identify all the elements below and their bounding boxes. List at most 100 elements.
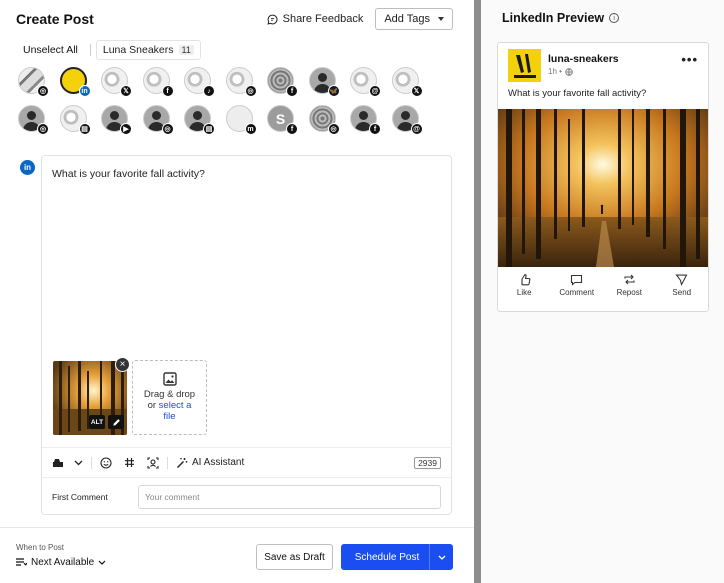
emoji-icon [100,456,112,469]
ai-assistant-button[interactable]: AI Assistant [176,457,244,469]
divider [89,44,91,56]
account-avatar[interactable]: 𝕏 [101,67,132,97]
emoji-button[interactable] [100,456,112,469]
tag-user-button[interactable] [147,456,159,469]
post-footer: When to Post Next Available Save as Draf… [0,527,474,583]
linkedin-post-preview: luna-sneakers 1h • ••• What is your favo… [497,42,709,312]
alt-text-button[interactable]: ALT [89,415,105,429]
linkedin-icon: in [78,85,91,97]
add-tags-label: Add Tags [384,13,430,25]
post-image [498,109,708,267]
account-avatar[interactable]: in [59,67,91,97]
account-avatar[interactable]: ◎ [18,67,49,97]
pencil-icon [112,418,120,426]
chevron-down-icon [438,555,445,560]
account-avatar[interactable]: m [225,105,257,135]
forest-photo [498,109,708,267]
account-avatar[interactable]: Sf [267,105,298,135]
caret-down-icon [438,17,444,21]
account-avatar[interactable]: 🦋 [308,67,340,97]
send-button[interactable]: Send [657,273,707,305]
like-button[interactable]: Like [499,273,549,305]
account-avatar[interactable]: ◎ [18,105,49,135]
schedule-options-dropdown[interactable] [429,544,453,570]
media-dropdown-button[interactable] [74,460,83,466]
select-file-link[interactable]: select a [159,400,192,411]
create-post-header: Create Post Share Feedback Add Tags [16,6,453,32]
repost-icon [624,274,635,285]
google-business-icon: ▤ [78,123,91,135]
more-options-icon[interactable]: ••• [681,53,698,66]
tag-user-icon [147,456,159,469]
panel-resize-handle[interactable] [474,0,481,583]
group-count-badge: 11 [178,45,194,55]
chevron-down-icon [74,460,83,465]
account-avatar[interactable]: f [142,67,174,97]
instagram-icon: ◎ [327,123,340,135]
remove-media-button[interactable]: × [115,357,130,372]
account-avatar[interactable]: f [350,105,381,135]
instagram-icon: ◎ [37,85,49,97]
schedule-post-button[interactable]: Schedule Post [341,544,453,570]
first-comment-input[interactable] [138,484,441,509]
account-avatar[interactable]: @ [350,67,381,97]
schedule-post-label: Schedule Post [354,551,420,563]
post-time: 1h • [548,67,562,76]
post-actions: Like Comment Repost Send [498,273,708,305]
media-dropzone[interactable]: Drag & drop or select a file [132,360,207,435]
send-label: Send [672,288,692,297]
account-avatar[interactable]: 𝕏 [391,67,423,97]
send-icon [675,274,688,286]
like-icon [521,273,531,286]
bluesky-icon: 🦋 [327,85,340,97]
account-avatar[interactable]: ◎ [142,105,174,135]
repost-button[interactable]: Repost [604,273,654,305]
mastodon-icon: m [244,123,257,135]
edit-media-button[interactable] [108,415,124,429]
sneaker-logo [508,49,541,82]
save-as-draft-button[interactable]: Save as Draft [256,544,333,570]
info-icon[interactable]: i [609,13,620,23]
media-library-icon [53,458,63,467]
magic-wand-icon [177,457,188,468]
threads-icon: @ [369,85,381,97]
feedback-icon [267,14,278,25]
hashtag-icon [125,458,134,467]
account-avatar[interactable]: ▶ [101,105,132,135]
first-comment-row: First Comment [42,477,451,515]
preview-panel: LinkedIn Preview i luna-sneakers 1h • ••… [481,0,724,583]
when-to-post-value: Next Available [31,557,95,568]
preview-title-label: LinkedIn Preview [502,11,605,25]
queue-icon [16,558,27,566]
youtube-icon: ▶ [120,123,132,135]
page-title: Create Post [16,11,94,27]
hashtag-button[interactable] [124,457,135,468]
instagram-icon: ◎ [244,85,257,97]
toolbar-divider [167,456,168,469]
composer-toolbar: AI Assistant 2939 [42,447,451,477]
add-tags-dropdown[interactable]: Add Tags [375,8,453,30]
post-text-editor[interactable]: What is your favorite fall activity? [52,168,205,180]
account-avatar[interactable]: f [267,67,298,97]
account-avatar[interactable]: ♪ [184,67,215,97]
image-icon [162,372,177,386]
drop-or: or [147,400,157,412]
media-library-button[interactable] [52,458,64,468]
account-avatar[interactable]: ▤ [59,105,91,135]
account-avatar[interactable]: ◎ [225,67,257,97]
x-icon: 𝕏 [120,85,132,97]
comment-button[interactable]: Comment [552,273,602,305]
account-avatar[interactable]: @ [391,105,423,135]
account-avatar-grid: ◎ in 𝕏f ♪ ◎ f 🦋 @ 𝕏 ◎ ▤ ▶ ◎ ▤ m Sf ◎ f @ [18,67,438,135]
threads-icon: @ [410,123,423,135]
account-avatar[interactable]: ▤ [184,105,215,135]
when-to-post-dropdown[interactable]: Next Available [16,557,106,568]
ai-assistant-label: AI Assistant [192,457,245,468]
share-feedback-button[interactable]: Share Feedback [267,13,363,25]
create-post-panel: Create Post Share Feedback Add Tags Unse… [0,0,474,583]
unselect-all-button[interactable]: Unselect All [16,40,85,60]
group-chip-luna-sneakers[interactable]: Luna Sneakers 11 [95,40,201,60]
comment-icon [571,274,583,286]
account-avatar[interactable]: ◎ [308,105,340,135]
select-file-link-cont[interactable]: file [163,411,175,423]
